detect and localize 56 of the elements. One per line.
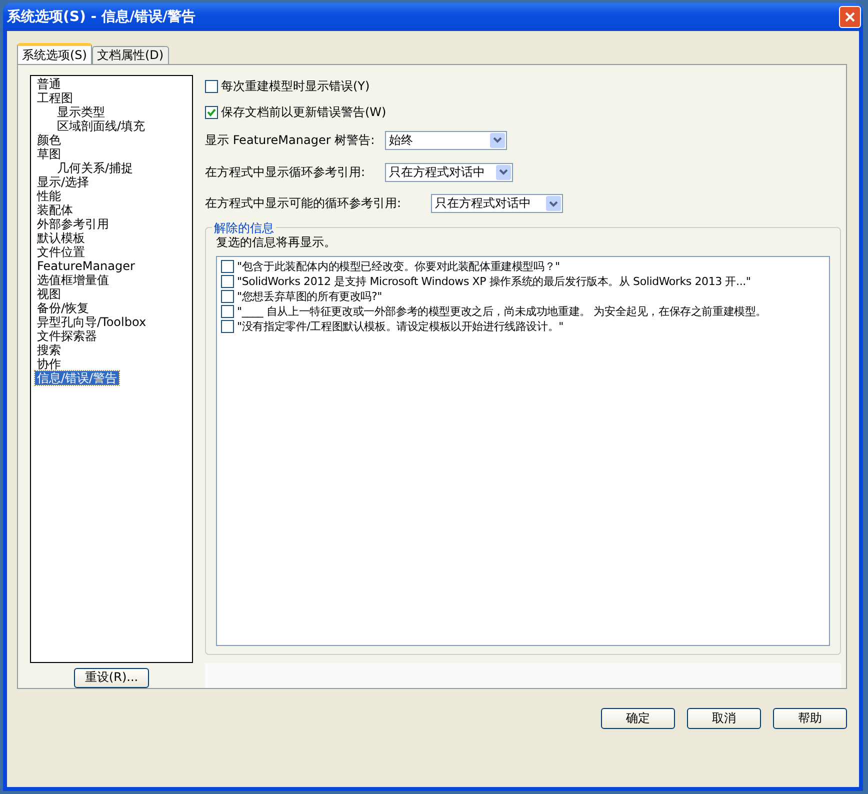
checkbox[interactable] bbox=[221, 260, 234, 274]
caret-icon bbox=[499, 169, 508, 176]
dropdown-label: 在方程式中显示可能的循环参考引用: bbox=[205, 195, 402, 212]
close-icon bbox=[844, 11, 856, 23]
message-text: "没有指定零件/工程图默认模板。请设定模板以开始进行线路设计。" bbox=[237, 319, 564, 334]
dropdown-label: 显示 FeatureManager 树警告: bbox=[205, 132, 376, 149]
tree-item[interactable]: 异型孔向导/Toolbox bbox=[35, 315, 148, 329]
checkbox[interactable] bbox=[221, 275, 234, 288]
checkbox[interactable] bbox=[205, 106, 218, 118]
tree-item[interactable]: 文件位置 bbox=[35, 245, 87, 259]
dialog-button[interactable]: 帮助 bbox=[773, 708, 847, 729]
tree-item[interactable]: 文件探索器 bbox=[35, 329, 99, 343]
dialog-button[interactable]: 确定 bbox=[601, 708, 675, 729]
tree-item[interactable]: FeatureManager bbox=[35, 259, 137, 273]
tree-item[interactable]: 显示/选择 bbox=[35, 175, 92, 189]
tree-item[interactable]: 草图 bbox=[35, 147, 63, 161]
message-text: "包含于此装配体内的模型已经改变。你要对此装配体重建模型吗？" bbox=[237, 259, 560, 274]
tree-item[interactable]: 协作 bbox=[35, 357, 63, 371]
tree-item[interactable]: 默认模板 bbox=[35, 231, 87, 245]
tab[interactable]: 系统选项(S) bbox=[17, 43, 92, 64]
tree-item[interactable]: 信息/错误/警告 bbox=[35, 371, 120, 385]
tree-item[interactable]: 搜索 bbox=[35, 343, 63, 357]
option-label: 保存文档前以更新错误警告(W) bbox=[221, 104, 386, 120]
tree-item[interactable]: 工程图 bbox=[35, 91, 75, 105]
message-text: "SolidWorks 2012 是支持 Microsoft Windows XP 操作系统的最后发行版本。从 SolidWorks 2013 开..." bbox=[237, 274, 751, 290]
tree-item[interactable]: 装配体 bbox=[35, 203, 75, 217]
option-label: 每次重建模型时显示错误(Y) bbox=[221, 78, 370, 94]
tree-item[interactable]: 普通 bbox=[35, 77, 63, 91]
checkbox[interactable] bbox=[221, 290, 234, 304]
tree-item[interactable]: 备份/恢复 bbox=[35, 301, 92, 315]
tree-item[interactable]: 外部参考引用 bbox=[35, 217, 111, 231]
window-title: 系统选项(S) - 信息/错误/警告 bbox=[7, 8, 196, 26]
tree-item[interactable]: 视图 bbox=[35, 287, 63, 301]
tree-item[interactable]: 性能 bbox=[35, 189, 63, 203]
check-icon bbox=[207, 108, 216, 116]
group-title: 解除的信息 bbox=[212, 220, 276, 238]
message-text: "您想丢弃草图的所有更改吗?" bbox=[237, 289, 382, 304]
tree-item[interactable]: 显示类型 bbox=[55, 105, 107, 119]
tree-item[interactable]: 区域剖面线/填充 bbox=[55, 119, 148, 133]
dropdown-label: 在方程式中显示循环参考引用: bbox=[205, 164, 366, 181]
tree-item[interactable]: 几何关系/捕捉 bbox=[55, 161, 136, 175]
tree-item[interactable]: 颜色 bbox=[35, 133, 63, 147]
checkbox[interactable] bbox=[221, 320, 234, 334]
dropdown[interactable]: 始终 bbox=[385, 130, 507, 150]
close-button[interactable] bbox=[839, 6, 861, 28]
dialog-button[interactable]: 取消 bbox=[687, 708, 761, 729]
caret-icon bbox=[549, 200, 558, 207]
checkbox[interactable] bbox=[221, 305, 234, 318]
dropdown[interactable]: 只在方程式对话中 bbox=[431, 194, 563, 214]
dropdown[interactable]: 只在方程式对话中 bbox=[385, 162, 513, 182]
message-text: "____ 自从上一特征更改或一外部参考的模型更改之后，尚未成功地重建。 为安全起见，在保存之前重建模型。 bbox=[237, 304, 766, 320]
tree-item[interactable]: 选值框增量值 bbox=[35, 273, 111, 287]
reset-button[interactable]: 重设(R)... bbox=[74, 668, 150, 688]
caret-icon bbox=[493, 137, 502, 144]
checkbox[interactable] bbox=[205, 80, 218, 92]
tab[interactable]: 文档属性(D) bbox=[92, 46, 169, 64]
